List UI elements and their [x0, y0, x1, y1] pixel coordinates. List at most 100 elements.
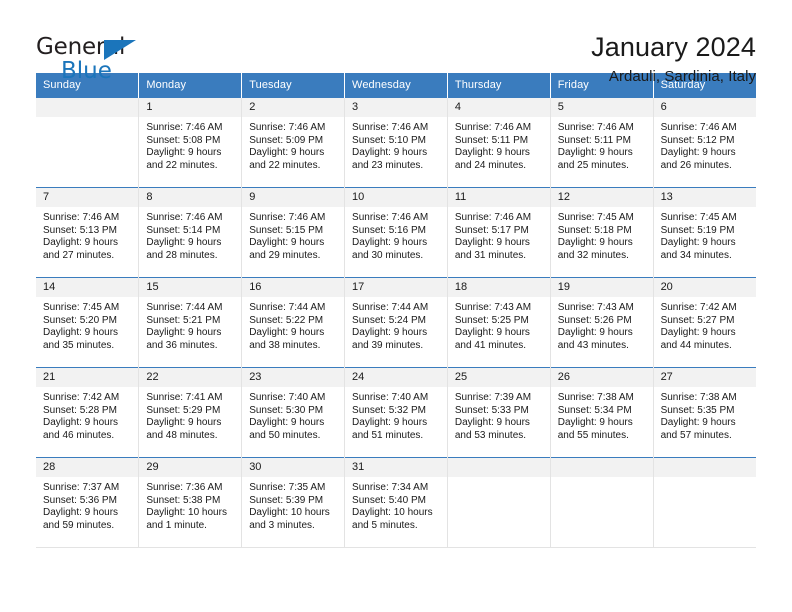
sunset-text: Sunset: 5:35 PM [660, 404, 735, 416]
day-number: 1 [139, 98, 242, 117]
day-cell[interactable]: 8 Sunrise: 7:46 AM Sunset: 5:14 PM Daylight… [138, 187, 243, 278]
day-number [653, 458, 756, 477]
day-cell[interactable]: 2 Sunrise: 7:46 AM Sunset: 5:09 PM Daylight… [241, 97, 346, 188]
day-cell[interactable]: 13 Sunrise: 7:45 AM Sunset: 5:19 PM Dayligh… [653, 187, 756, 278]
daylight-text-line2: and 35 minutes. [43, 339, 115, 351]
day-cell[interactable]: 9 Sunrise: 7:46 AM Sunset: 5:15 PM Daylight… [241, 187, 346, 278]
day-number: 12 [550, 188, 653, 207]
day-details: Sunrise: 7:34 AM Sunset: 5:40 PM Daylight:… [345, 477, 447, 532]
day-number: 20 [653, 278, 756, 297]
day-number [447, 458, 550, 477]
sunset-text: Sunset: 5:39 PM [249, 494, 324, 506]
sunset-text: Sunset: 5:10 PM [352, 134, 426, 146]
day-cell[interactable]: 22 Sunrise: 7:41 AM Sunset: 5:29 PM Dayligh… [138, 367, 243, 458]
day-number [550, 458, 653, 477]
day-details: Sunrise: 7:35 AM Sunset: 5:39 PM Daylight:… [242, 477, 344, 532]
calendar-table: Sunday Monday Tuesday Wednesday Thursday… [36, 73, 756, 548]
day-cell[interactable]: 25 Sunrise: 7:39 AM Sunset: 5:33 PM Dayligh… [447, 367, 551, 458]
daylight-text-line1: Daylight: 9 hours [557, 327, 633, 339]
sunset-text: Sunset: 5:19 PM [660, 224, 735, 236]
daylight-text-line1: Daylight: 9 hours [557, 237, 633, 249]
sunrise-text: Sunrise: 7:40 AM [249, 392, 326, 403]
daylight-text-line1: Daylight: 9 hours [43, 507, 119, 519]
day-cell[interactable]: 30 Sunrise: 7:35 AM Sunset: 5:39 PM Dayligh… [241, 457, 346, 548]
day-cell[interactable]: 16 Sunrise: 7:44 AM Sunset: 5:22 PM Dayligh… [241, 277, 346, 368]
day-cell[interactable]: 27 Sunrise: 7:38 AM Sunset: 5:35 PM Dayligh… [653, 367, 756, 458]
calendar-week-row: 1 Sunrise: 7:46 AM Sunset: 5:08 PM Daylight… [36, 97, 756, 188]
day-number: 7 [36, 188, 139, 207]
calendar-week-row: 7 Sunrise: 7:46 AM Sunset: 5:13 PM Daylight… [36, 187, 756, 278]
day-number: 10 [345, 188, 447, 207]
daylight-text-line1: Daylight: 9 hours [249, 147, 325, 159]
day-number: 8 [139, 188, 242, 207]
day-number: 21 [36, 368, 139, 387]
day-cell[interactable]: 24 Sunrise: 7:40 AM Sunset: 5:32 PM Dayligh… [344, 367, 448, 458]
day-cell[interactable]: 6 Sunrise: 7:46 AM Sunset: 5:12 PM Daylight… [653, 97, 756, 188]
sunset-text: Sunset: 5:21 PM [146, 314, 221, 326]
day-details: Sunrise: 7:38 AM Sunset: 5:35 PM Daylight:… [654, 387, 756, 442]
day-cell[interactable]: 21 Sunrise: 7:42 AM Sunset: 5:28 PM Dayligh… [36, 367, 140, 458]
day-cell[interactable]: 31 Sunrise: 7:34 AM Sunset: 5:40 PM Dayligh… [344, 457, 448, 548]
day-cell[interactable]: 7 Sunrise: 7:46 AM Sunset: 5:13 PM Daylight… [36, 187, 140, 278]
day-number: 27 [653, 368, 756, 387]
daylight-text-line2: and 51 minutes. [352, 429, 424, 441]
day-cell[interactable]: 12 Sunrise: 7:45 AM Sunset: 5:18 PM Dayligh… [550, 187, 654, 278]
sunrise-text: Sunrise: 7:46 AM [557, 122, 634, 133]
day-cell[interactable]: 4 Sunrise: 7:46 AM Sunset: 5:11 PM Daylight… [447, 97, 551, 188]
day-details: Sunrise: 7:37 AM Sunset: 5:36 PM Daylight:… [36, 477, 138, 532]
day-cell[interactable]: 28 Sunrise: 7:37 AM Sunset: 5:36 PM Dayligh… [36, 457, 140, 548]
day-details: Sunrise: 7:46 AM Sunset: 5:08 PM Daylight:… [139, 117, 241, 172]
day-cell[interactable]: 29 Sunrise: 7:36 AM Sunset: 5:38 PM Dayligh… [138, 457, 243, 548]
sunset-text: Sunset: 5:28 PM [43, 404, 117, 416]
daylight-text-line1: Daylight: 9 hours [557, 417, 633, 429]
day-cell[interactable]: 5 Sunrise: 7:46 AM Sunset: 5:11 PM Daylight… [550, 97, 654, 188]
day-details: Sunrise: 7:42 AM Sunset: 5:27 PM Daylight:… [654, 297, 756, 352]
day-cell[interactable]: 26 Sunrise: 7:38 AM Sunset: 5:34 PM Dayligh… [550, 367, 654, 458]
sunset-text: Sunset: 5:09 PM [249, 134, 324, 146]
day-details: Sunrise: 7:46 AM Sunset: 5:17 PM Daylight:… [448, 207, 550, 262]
day-number: 19 [550, 278, 653, 297]
daylight-text-line2: and 31 minutes. [454, 249, 527, 261]
day-details: Sunrise: 7:44 AM Sunset: 5:22 PM Daylight:… [242, 297, 344, 352]
day-cell[interactable]: 3 Sunrise: 7:46 AM Sunset: 5:10 PM Daylight… [344, 97, 448, 188]
sunrise-text: Sunrise: 7:46 AM [352, 212, 429, 223]
day-number: 3 [345, 98, 447, 117]
day-cell[interactable]: 1 Sunrise: 7:46 AM Sunset: 5:08 PM Daylight… [138, 97, 243, 188]
daylight-text-line2: and 43 minutes. [557, 339, 629, 351]
daylight-text-line2: and 26 minutes. [660, 159, 732, 171]
sunrise-text: Sunrise: 7:46 AM [454, 212, 532, 223]
day-cell[interactable]: 17 Sunrise: 7:44 AM Sunset: 5:24 PM Dayligh… [344, 277, 448, 368]
sunset-text: Sunset: 5:17 PM [454, 224, 529, 236]
day-cell[interactable]: 11 Sunrise: 7:46 AM Sunset: 5:17 PM Dayligh… [447, 187, 551, 278]
day-cell[interactable]: 18 Sunrise: 7:43 AM Sunset: 5:25 PM Dayligh… [447, 277, 551, 368]
day-number: 22 [139, 368, 242, 387]
daylight-text-line1: Daylight: 9 hours [146, 237, 222, 249]
day-details: Sunrise: 7:43 AM Sunset: 5:26 PM Daylight:… [551, 297, 653, 352]
sunrise-text: Sunrise: 7:40 AM [352, 392, 429, 403]
day-details: Sunrise: 7:46 AM Sunset: 5:09 PM Daylight:… [242, 117, 344, 172]
sunrise-text: Sunrise: 7:46 AM [352, 122, 429, 133]
title-block: January 2024 Ardauli, Sardinia, Italy [591, 30, 756, 85]
daylight-text-line2: and 28 minutes. [146, 249, 218, 261]
day-cell[interactable]: 20 Sunrise: 7:42 AM Sunset: 5:27 PM Dayligh… [653, 277, 756, 368]
day-details: Sunrise: 7:41 AM Sunset: 5:29 PM Daylight:… [139, 387, 241, 442]
day-cell[interactable]: 23 Sunrise: 7:40 AM Sunset: 5:30 PM Dayligh… [241, 367, 346, 458]
day-details: Sunrise: 7:36 AM Sunset: 5:38 PM Daylight:… [139, 477, 241, 532]
daylight-text-line2: and 50 minutes. [249, 429, 321, 441]
day-number: 4 [447, 98, 550, 117]
sunrise-text: Sunrise: 7:44 AM [146, 302, 223, 313]
daylight-text-line2: and 34 minutes. [660, 249, 732, 261]
day-details: Sunrise: 7:40 AM Sunset: 5:30 PM Daylight:… [242, 387, 344, 442]
triangle-icon [104, 40, 136, 60]
day-cell[interactable]: 10 Sunrise: 7:46 AM Sunset: 5:16 PM Dayligh… [344, 187, 448, 278]
day-cell[interactable]: 15 Sunrise: 7:44 AM Sunset: 5:21 PM Dayligh… [138, 277, 243, 368]
daylight-text-line1: Daylight: 9 hours [352, 417, 428, 429]
day-number: 6 [653, 98, 756, 117]
day-cell[interactable]: 14 Sunrise: 7:45 AM Sunset: 5:20 PM Dayligh… [36, 277, 140, 368]
logo-general-blue[interactable]: General Blue [36, 30, 166, 86]
sunrise-text: Sunrise: 7:35 AM [249, 482, 326, 493]
sunset-text: Sunset: 5:12 PM [660, 134, 735, 146]
daylight-text-line1: Daylight: 9 hours [352, 327, 428, 339]
daylight-text-line2: and 23 minutes. [352, 159, 424, 171]
day-cell[interactable]: 19 Sunrise: 7:43 AM Sunset: 5:26 PM Dayligh… [550, 277, 654, 368]
